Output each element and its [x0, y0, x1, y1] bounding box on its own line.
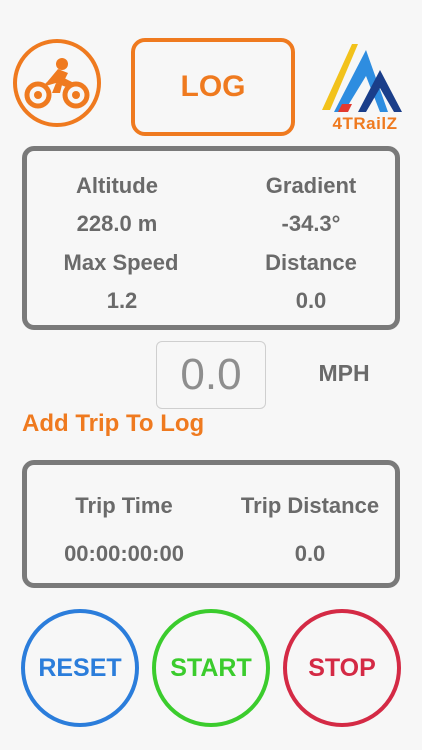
- trip-time-value: 00:00:00:00: [64, 541, 184, 566]
- start-button[interactable]: START: [152, 609, 270, 727]
- start-button-label: START: [170, 653, 252, 682]
- speed-readout: 0.0: [156, 341, 266, 409]
- mountain-logo-icon: [322, 44, 402, 112]
- distance-value: 0.0: [295, 288, 327, 313]
- log-button-label: LOG: [180, 70, 246, 103]
- stats-panel: Altitude Gradient 228.0 m -34.3° Max Spe…: [22, 146, 400, 330]
- bike-mode-button[interactable]: [13, 39, 101, 127]
- trip-panel: Trip Time Trip Distance 00:00:00:00 0.0: [22, 460, 400, 588]
- gradient-value: -34.3°: [281, 211, 341, 236]
- log-button[interactable]: LOG: [131, 38, 295, 136]
- trip-distance-value: 0.0: [294, 541, 326, 566]
- motorcycle-rider-icon: [24, 58, 90, 109]
- distance-label: Distance: [265, 250, 357, 275]
- speed-value: 0.0: [180, 350, 242, 399]
- altitude-label: Altitude: [76, 173, 158, 198]
- trip-time-label: Trip Time: [75, 493, 173, 518]
- reset-button-label: RESET: [38, 653, 122, 682]
- altitude-value: 228.0 m: [76, 211, 158, 236]
- brand-name: 4TRailZ: [332, 114, 398, 133]
- stop-button[interactable]: STOP: [283, 609, 401, 727]
- speed-unit-button[interactable]: MPH: [296, 360, 392, 387]
- max-speed-label: Max Speed: [63, 250, 179, 275]
- max-speed-value: 1.2: [106, 288, 138, 313]
- brand-logo: 4TRailZ: [318, 40, 408, 136]
- stop-button-label: STOP: [308, 653, 376, 682]
- add-trip-link[interactable]: Add Trip To Log: [22, 410, 204, 438]
- gradient-label: Gradient: [265, 173, 357, 198]
- reset-button[interactable]: RESET: [21, 609, 139, 727]
- trip-distance-label: Trip Distance: [240, 493, 380, 518]
